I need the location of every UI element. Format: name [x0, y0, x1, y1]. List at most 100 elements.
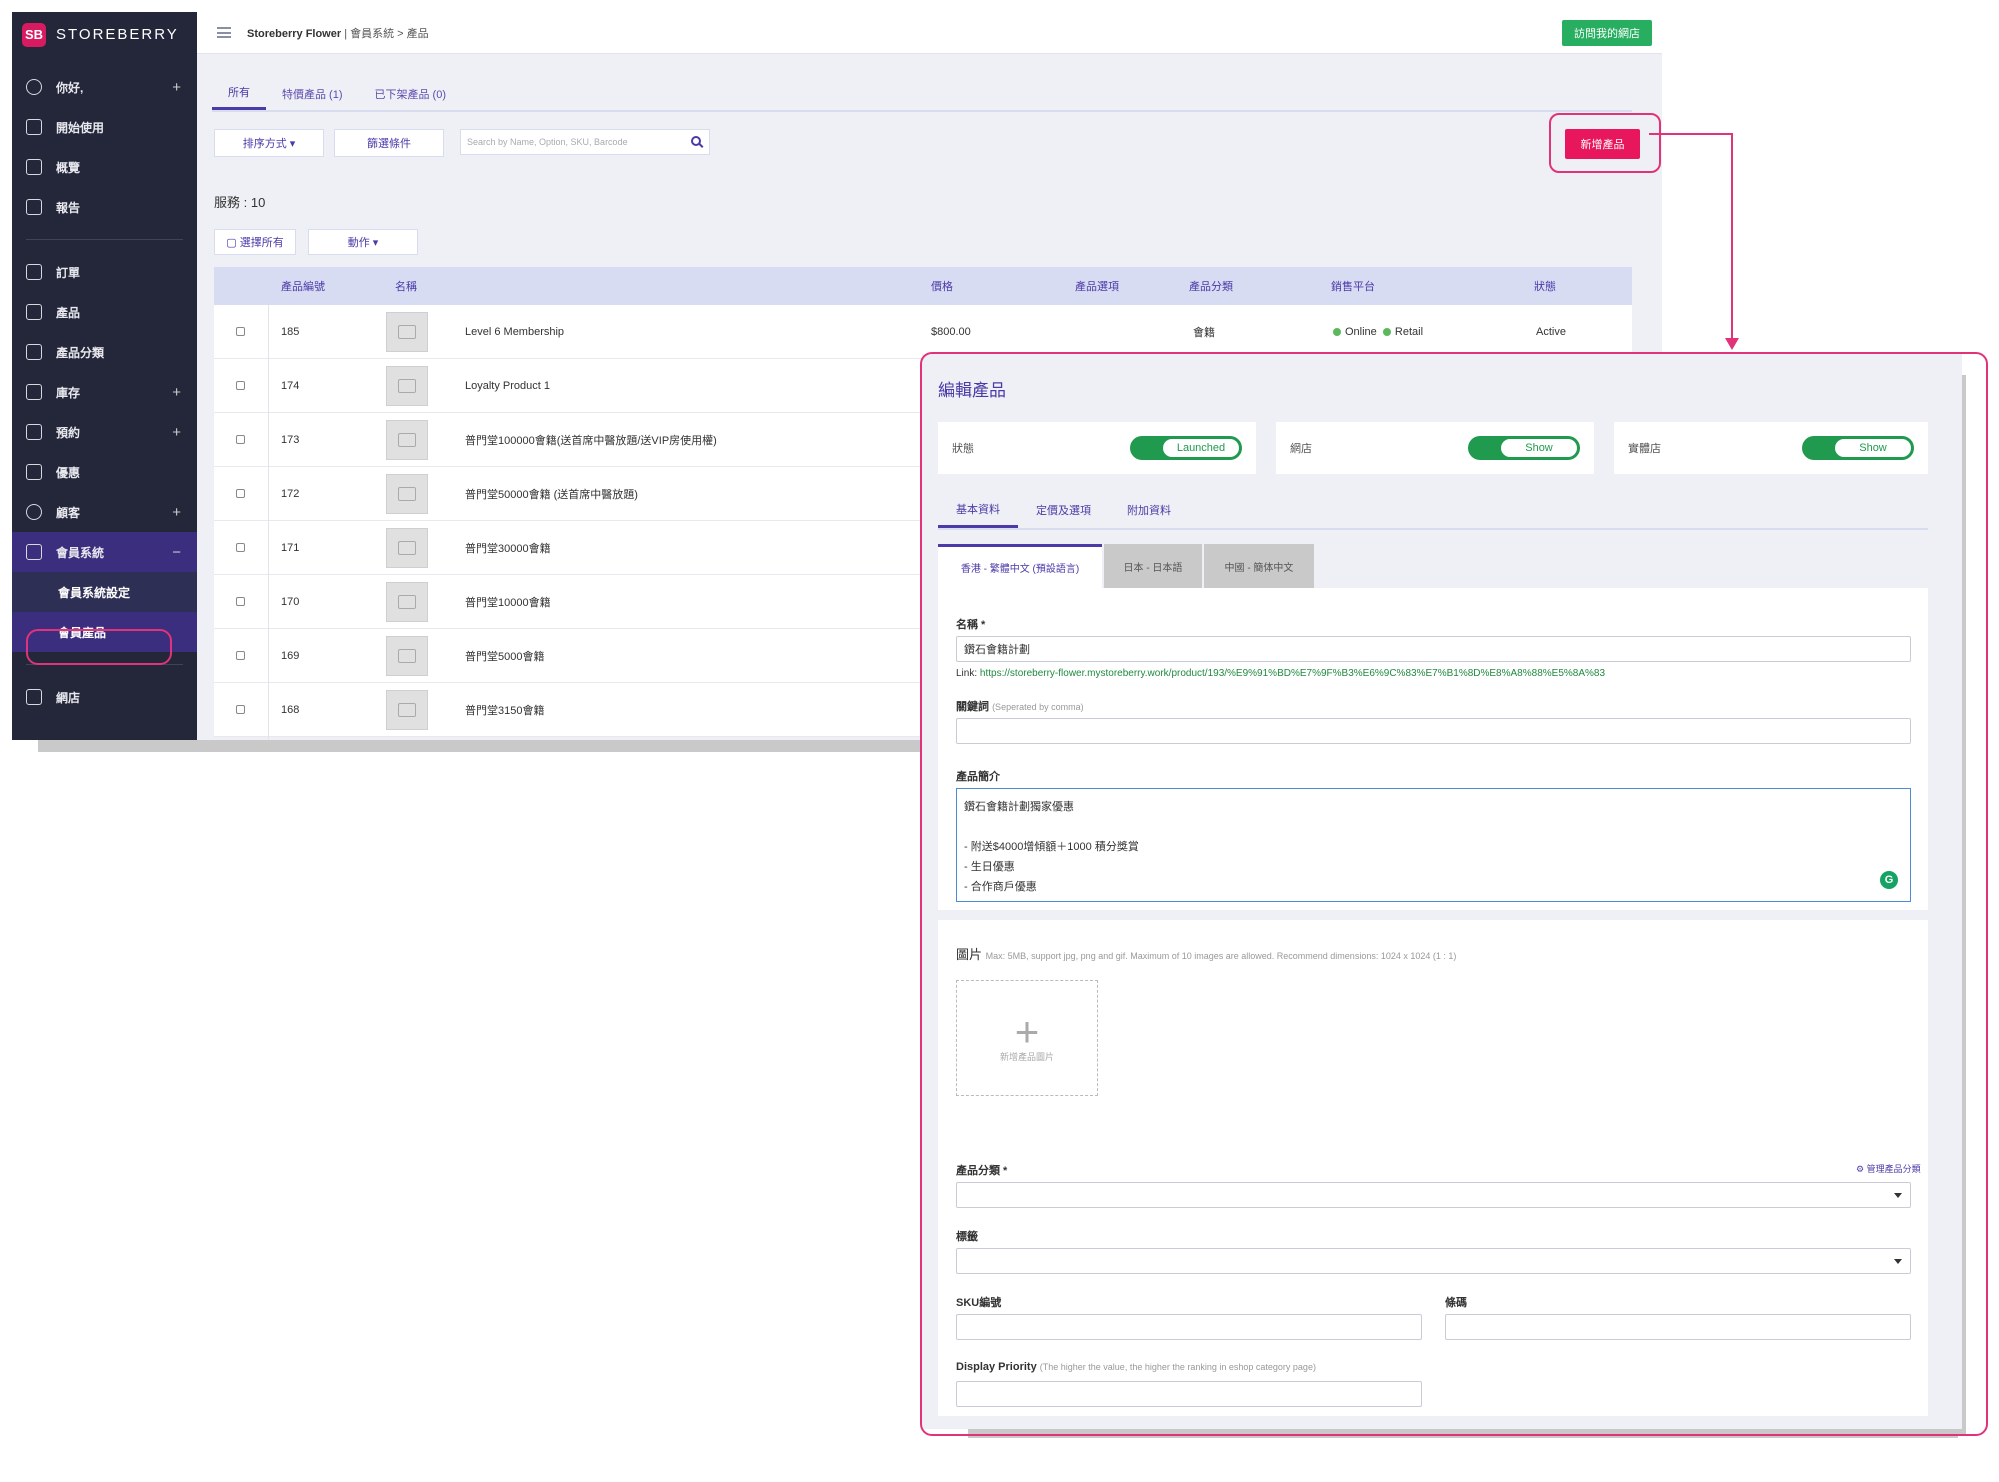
arrow-down-icon	[1725, 338, 1739, 350]
topbar: Storeberry Flower | 會員系統 > 產品 訪問我的網店	[197, 12, 1662, 54]
sidebar-nav: 你好, + 開始使用 概覽 報告 訂單 產品 產品分類 庫存 + 預約 + 優惠 顧客…	[12, 67, 197, 717]
customer-icon	[26, 504, 42, 520]
actions-button[interactable]: 動作 ▾	[308, 229, 418, 255]
image-placeholder-icon	[386, 473, 428, 514]
sidebar-item-reports[interactable]: 報告	[12, 187, 197, 227]
sidebar-item-hello[interactable]: 你好, +	[12, 67, 197, 107]
add-product-button[interactable]: 新增產品	[1565, 129, 1640, 159]
list-icon	[26, 344, 42, 360]
row-checkbox[interactable]	[236, 381, 245, 390]
product-id: 171	[281, 541, 300, 554]
calendar-icon	[26, 424, 42, 440]
connector-line	[1731, 133, 1733, 339]
product-name[interactable]: 普門堂3150會籍	[465, 683, 544, 736]
sidebar-divider	[26, 239, 183, 240]
expand-icon[interactable]: +	[172, 424, 181, 441]
status-badge: Active	[1536, 325, 1566, 338]
column-header[interactable]: 銷售平台	[1331, 267, 1375, 305]
sidebar-item-overview[interactable]: 概覽	[12, 147, 197, 187]
product-id: 172	[281, 487, 300, 500]
product-name[interactable]: 普門堂10000會籍	[465, 575, 551, 628]
user-icon	[26, 79, 42, 95]
image-placeholder-icon	[386, 635, 428, 676]
row-checkbox[interactable]	[236, 327, 245, 336]
product-name[interactable]: Loyalty Product 1	[465, 359, 550, 412]
image-placeholder-icon	[386, 365, 428, 406]
product-id: 169	[281, 649, 300, 662]
highlight-frame	[920, 352, 1988, 1436]
shop-icon	[26, 689, 42, 705]
table-header: 產品編號 名稱 價格 產品選項 產品分類 銷售平台 狀態	[214, 267, 1632, 305]
filter-button[interactable]: 篩選條件	[334, 129, 444, 157]
row-checkbox[interactable]	[236, 597, 245, 606]
brand[interactable]: SB STOREBERRY	[12, 12, 197, 57]
sidebar-item-orders[interactable]: 訂單	[12, 252, 197, 292]
sidebar-item-membership[interactable]: 會員系統 −	[12, 532, 197, 572]
table-divider	[268, 305, 269, 740]
column-header[interactable]: 名稱	[395, 267, 417, 305]
sort-button[interactable]: 排序方式 ▾	[214, 129, 324, 157]
product-id: 168	[281, 703, 300, 716]
product-name[interactable]: 普門堂50000會籍 (送首席中醫放題)	[465, 467, 638, 520]
product-category: 會籍	[1193, 326, 1215, 339]
tab-sale[interactable]: 特價產品 (1)	[266, 77, 359, 110]
sidebar-item-discounts[interactable]: 優惠	[12, 452, 197, 492]
storeberry-logo-icon: SB	[22, 22, 46, 47]
tab-unlisted[interactable]: 已下架產品 (0)	[359, 77, 463, 110]
sidebar: SB STOREBERRY 你好, + 開始使用 概覽 報告 訂單 產品 產品分類…	[12, 12, 197, 740]
inventory-icon	[26, 384, 42, 400]
image-placeholder-icon	[386, 527, 428, 568]
tab-all[interactable]: 所有	[212, 77, 266, 110]
search-input[interactable]: Search by Name, Option, SKU, Barcode	[460, 129, 710, 155]
image-placeholder-icon	[386, 419, 428, 460]
sidebar-item-get-started[interactable]: 開始使用	[12, 107, 197, 147]
sidebar-item-products[interactable]: 產品	[12, 292, 197, 332]
select-all-button[interactable]: ▢ 選擇所有	[214, 229, 296, 255]
expand-icon[interactable]: +	[172, 504, 181, 521]
column-header[interactable]: 狀態	[1534, 267, 1556, 305]
column-header[interactable]: 價格	[931, 267, 953, 305]
row-checkbox[interactable]	[236, 543, 245, 552]
highlight-ring	[26, 629, 172, 665]
collapse-icon[interactable]: −	[172, 544, 181, 561]
sidebar-item-inventory[interactable]: 庫存 +	[12, 372, 197, 412]
expand-icon[interactable]: +	[172, 384, 181, 401]
brand-name: STOREBERRY	[56, 26, 179, 43]
product-name[interactable]: Level 6 Membership	[465, 305, 564, 358]
product-id: 170	[281, 595, 300, 608]
product-id: 174	[281, 379, 300, 392]
column-header[interactable]: 產品選項	[1075, 267, 1119, 305]
product-id: 173	[281, 433, 300, 446]
menu-icon[interactable]	[217, 27, 231, 38]
status-dot-icon	[1333, 327, 1341, 336]
row-checkbox[interactable]	[236, 489, 245, 498]
cart-icon	[26, 264, 42, 280]
sidebar-item-categories[interactable]: 產品分類	[12, 332, 197, 372]
search-icon[interactable]	[691, 136, 701, 146]
sidebar-item-booking[interactable]: 預約 +	[12, 412, 197, 452]
box-icon	[26, 304, 42, 320]
image-placeholder-icon	[386, 581, 428, 622]
product-count: 服務 : 10	[214, 195, 266, 210]
visit-shop-button[interactable]: 訪問我的網店	[1562, 20, 1652, 46]
column-header[interactable]: 產品分類	[1189, 267, 1233, 305]
member-icon	[26, 544, 42, 560]
product-tabs: 所有 特價產品 (1) 已下架產品 (0)	[212, 77, 1632, 112]
product-price: $800.00	[931, 325, 971, 338]
image-placeholder-icon	[386, 689, 428, 730]
sidebar-subitem-membership-settings[interactable]: 會員系統設定	[12, 572, 197, 612]
sidebar-item-shop[interactable]: 網店	[12, 677, 197, 717]
row-checkbox[interactable]	[236, 705, 245, 714]
product-name[interactable]: 普門堂30000會籍	[465, 521, 551, 574]
expand-icon[interactable]: +	[172, 79, 181, 96]
window-shadow	[38, 740, 938, 752]
breadcrumb: Storeberry Flower | 會員系統 > 產品	[247, 27, 429, 40]
table-row[interactable]: 185 Level 6 Membership $800.00 會籍 Online…	[214, 305, 1632, 359]
row-checkbox[interactable]	[236, 651, 245, 660]
product-name[interactable]: 普門堂5000會籍	[465, 629, 544, 682]
ticket-icon	[26, 464, 42, 480]
sidebar-item-customers[interactable]: 顧客 +	[12, 492, 197, 532]
product-name[interactable]: 普門堂100000會籍(送首席中醫放題/送VIP房使用權)	[465, 413, 717, 466]
column-header[interactable]: 產品編號	[281, 267, 325, 305]
row-checkbox[interactable]	[236, 435, 245, 444]
